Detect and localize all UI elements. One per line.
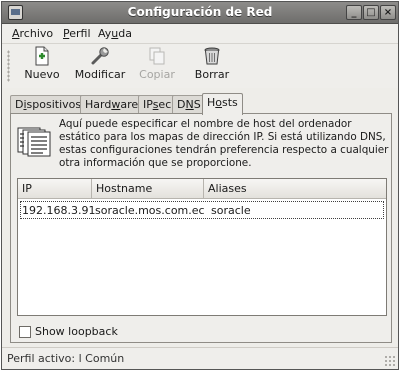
status-bar: Perfil activo: l Común bbox=[2, 347, 398, 369]
column-header-aliases[interactable]: Aliases bbox=[204, 179, 386, 199]
column-header-ip[interactable]: IP bbox=[18, 179, 92, 199]
show-loopback-label[interactable]: Show loopback bbox=[35, 325, 118, 338]
copy-icon bbox=[147, 46, 167, 66]
hosts-file-icon bbox=[17, 126, 53, 158]
toolbar-grip[interactable] bbox=[7, 50, 10, 82]
resize-grip[interactable] bbox=[384, 355, 396, 367]
hosts-table[interactable]: IP Hostname Aliases 192.168.3.91 soracle… bbox=[17, 178, 387, 316]
active-profile-status: Perfil activo: l Común bbox=[7, 352, 125, 365]
minimize-button[interactable]: _ bbox=[346, 5, 362, 20]
menu-bar: Archivo Perfil Ayuda bbox=[2, 24, 398, 44]
menu-perfil[interactable]: Perfil bbox=[63, 27, 91, 40]
maximize-button[interactable]: □ bbox=[363, 5, 379, 20]
network-config-window: Configuración de Red _ □ × Archivo Perfi… bbox=[1, 1, 399, 370]
copy-button[interactable]: Copiar bbox=[137, 46, 177, 86]
menu-archivo[interactable]: Archivo bbox=[12, 27, 53, 40]
trash-icon bbox=[202, 46, 222, 66]
wrench-icon bbox=[90, 46, 110, 66]
table-row[interactable]: 192.168.3.91 soracle.mos.com.ec soracle bbox=[20, 201, 384, 219]
tab-ipsec[interactable]: IPsec bbox=[138, 95, 177, 114]
cell-ip: 192.168.3.91 bbox=[22, 204, 96, 217]
cell-hostname: soracle.mos.com.ec bbox=[95, 204, 205, 217]
delete-button[interactable]: Borrar bbox=[190, 46, 234, 86]
title-bar[interactable]: Configuración de Red _ □ × bbox=[2, 2, 398, 24]
tab-strip: Dispositivos Hardware IPsec DNS Hosts bbox=[10, 93, 390, 115]
close-button[interactable]: × bbox=[380, 5, 396, 20]
tab-dns[interactable]: DNS bbox=[172, 95, 206, 114]
column-header-hostname[interactable]: Hostname bbox=[92, 179, 204, 199]
tab-hardware[interactable]: Hardware bbox=[80, 95, 144, 114]
menu-ayuda[interactable]: Ayuda bbox=[98, 27, 132, 40]
hosts-panel: Aquí puede especificar el nombre de host… bbox=[10, 113, 392, 343]
modify-button[interactable]: Modificar bbox=[72, 46, 128, 86]
cell-aliases: soracle bbox=[211, 204, 251, 217]
tab-dispositivos[interactable]: Dispositivos bbox=[10, 95, 87, 114]
new-document-icon bbox=[32, 46, 52, 66]
new-button[interactable]: Nuevo bbox=[20, 46, 64, 86]
tab-hosts[interactable]: Hosts bbox=[202, 93, 243, 115]
window-title: Configuración de Red bbox=[127, 5, 273, 19]
toolbar: Nuevo Modificar Copiar Borrar bbox=[2, 44, 398, 88]
show-loopback-checkbox[interactable] bbox=[19, 326, 31, 338]
hosts-description: Aquí puede especificar el nombre de host… bbox=[59, 118, 389, 169]
